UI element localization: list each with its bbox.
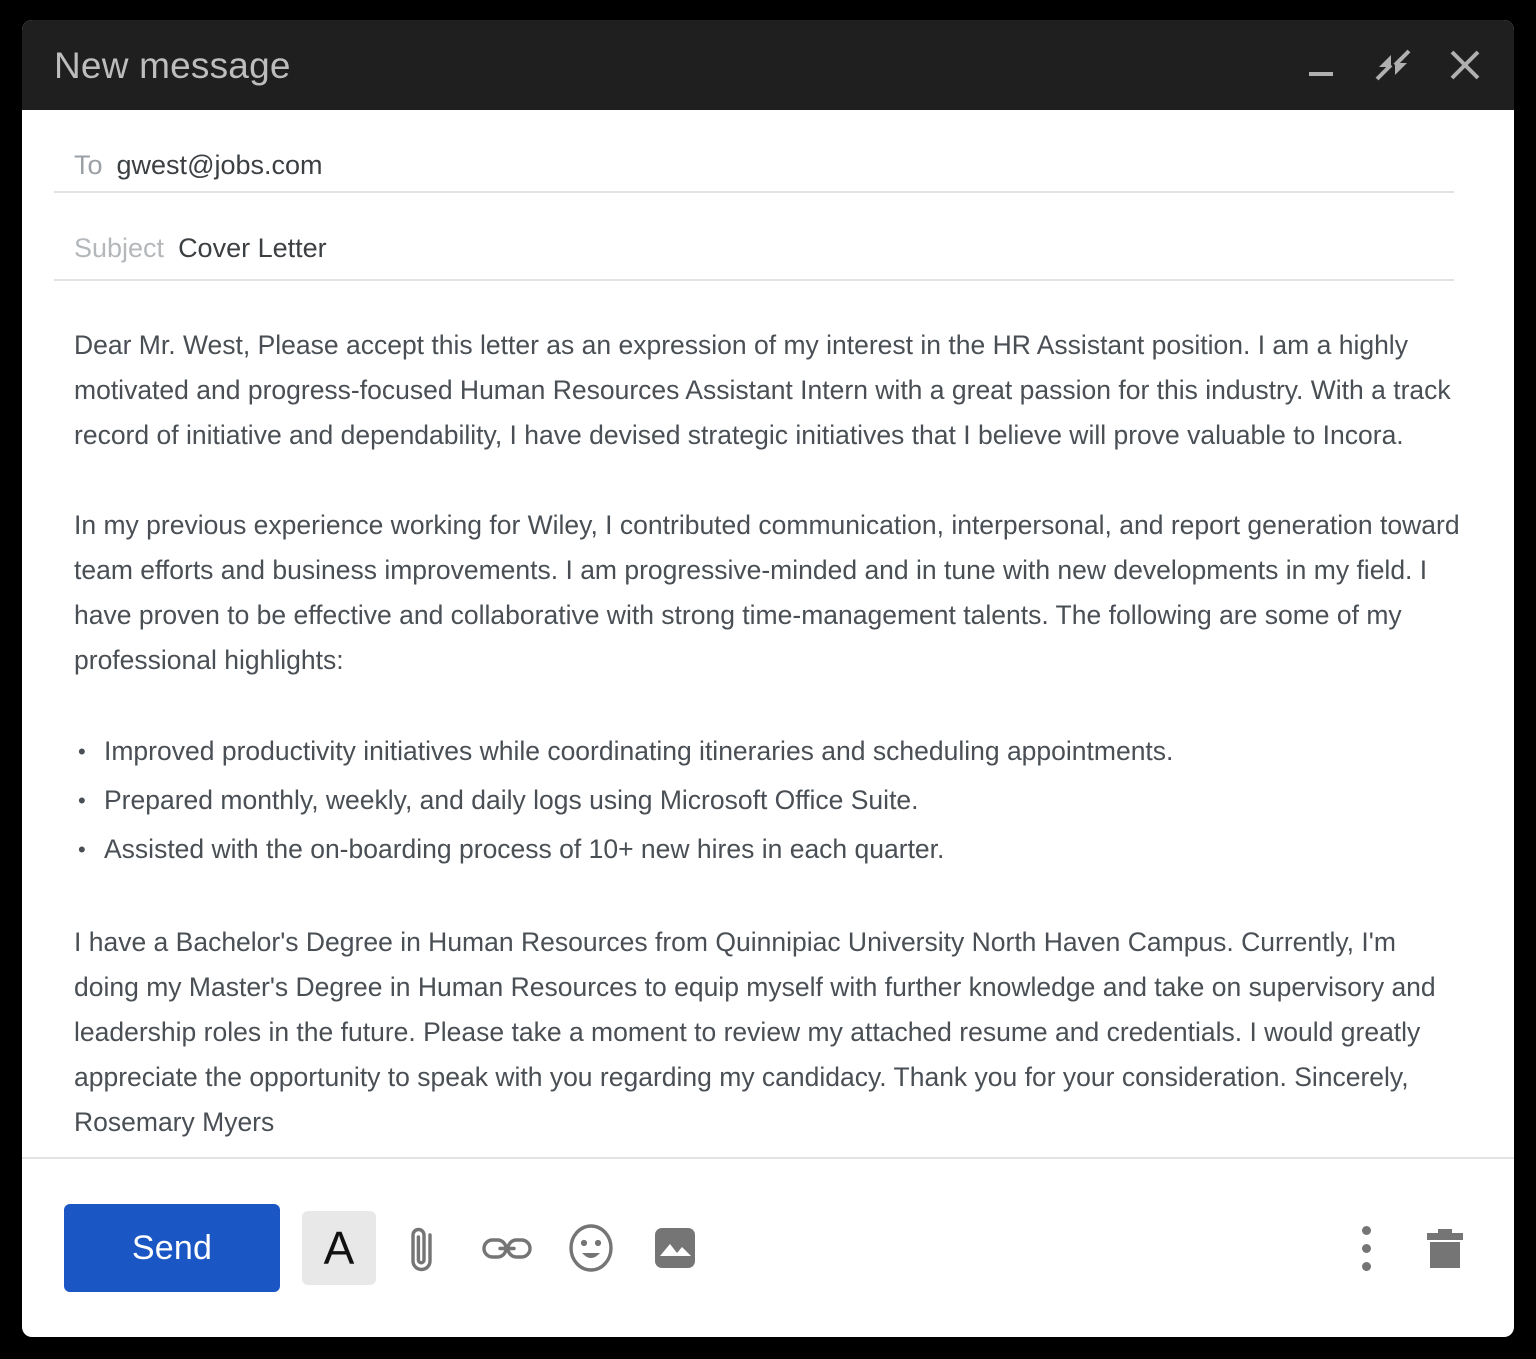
list-item: Prepared monthly, weekly, and daily logs… (74, 777, 1462, 824)
to-input[interactable]: gwest@jobs.com (117, 152, 323, 179)
compose-toolbar: Send A (22, 1159, 1514, 1337)
compose-fields: To gwest@jobs.com Subject Cover Letter (22, 110, 1514, 281)
subject-label: Subject (74, 233, 165, 263)
more-options-icon (1361, 1225, 1371, 1235)
close-icon (1445, 45, 1485, 85)
insert-photo-icon (649, 1222, 701, 1274)
insert-link-button[interactable] (470, 1211, 544, 1285)
toolbar-right-group (1346, 1211, 1482, 1285)
to-field-row[interactable]: To gwest@jobs.com (54, 110, 1454, 193)
attach-file-button[interactable] (386, 1211, 460, 1285)
compose-window: New message To gwest@jobs.com Subject Co… (22, 20, 1514, 1337)
more-options-icon (1361, 1261, 1371, 1271)
send-button[interactable]: Send (64, 1204, 280, 1292)
list-item: Assisted with the on-boarding process of… (74, 826, 1462, 873)
subject-input[interactable]: Cover Letter (178, 235, 327, 262)
insert-photo-button[interactable] (638, 1211, 712, 1285)
window-controls (1298, 42, 1488, 88)
message-body[interactable]: Dear Mr. West, Please accept this letter… (22, 281, 1514, 1157)
more-options-icon (1361, 1243, 1371, 1253)
minimize-button[interactable] (1298, 42, 1344, 88)
attach-file-icon (397, 1222, 449, 1274)
discard-draft-button[interactable] (1408, 1211, 1482, 1285)
insert-link-icon (479, 1220, 535, 1276)
format-options-icon: A (323, 1222, 355, 1274)
exit-full-screen-button[interactable] (1370, 42, 1416, 88)
list-item: Improved productivity initiatives while … (74, 728, 1462, 775)
insert-emoji-button[interactable] (554, 1211, 628, 1285)
body-paragraph-1: Dear Mr. West, Please accept this letter… (74, 330, 1451, 450)
window-frame: New message To gwest@jobs.com Subject Co… (0, 0, 1536, 1359)
close-button[interactable] (1442, 42, 1488, 88)
exit-full-screen-icon (1373, 45, 1413, 85)
subject-field-row[interactable]: Subject Cover Letter (54, 193, 1454, 281)
format-options-button[interactable]: A (302, 1211, 376, 1285)
body-bullet-list: Improved productivity initiatives while … (74, 728, 1462, 873)
insert-emoji-icon (563, 1220, 619, 1276)
minimize-icon (1304, 48, 1338, 82)
trash-icon (1419, 1222, 1471, 1274)
compose-title-bar: New message (22, 20, 1514, 110)
more-options-button[interactable] (1346, 1211, 1386, 1285)
body-paragraph-3: I have a Bachelor's Degree in Human Reso… (74, 927, 1436, 1137)
to-label: To (74, 150, 103, 180)
page-title: New message (54, 44, 291, 86)
body-paragraph-2: In my previous experience working for Wi… (74, 510, 1460, 675)
toolbar-icon-group: A (302, 1211, 1346, 1285)
